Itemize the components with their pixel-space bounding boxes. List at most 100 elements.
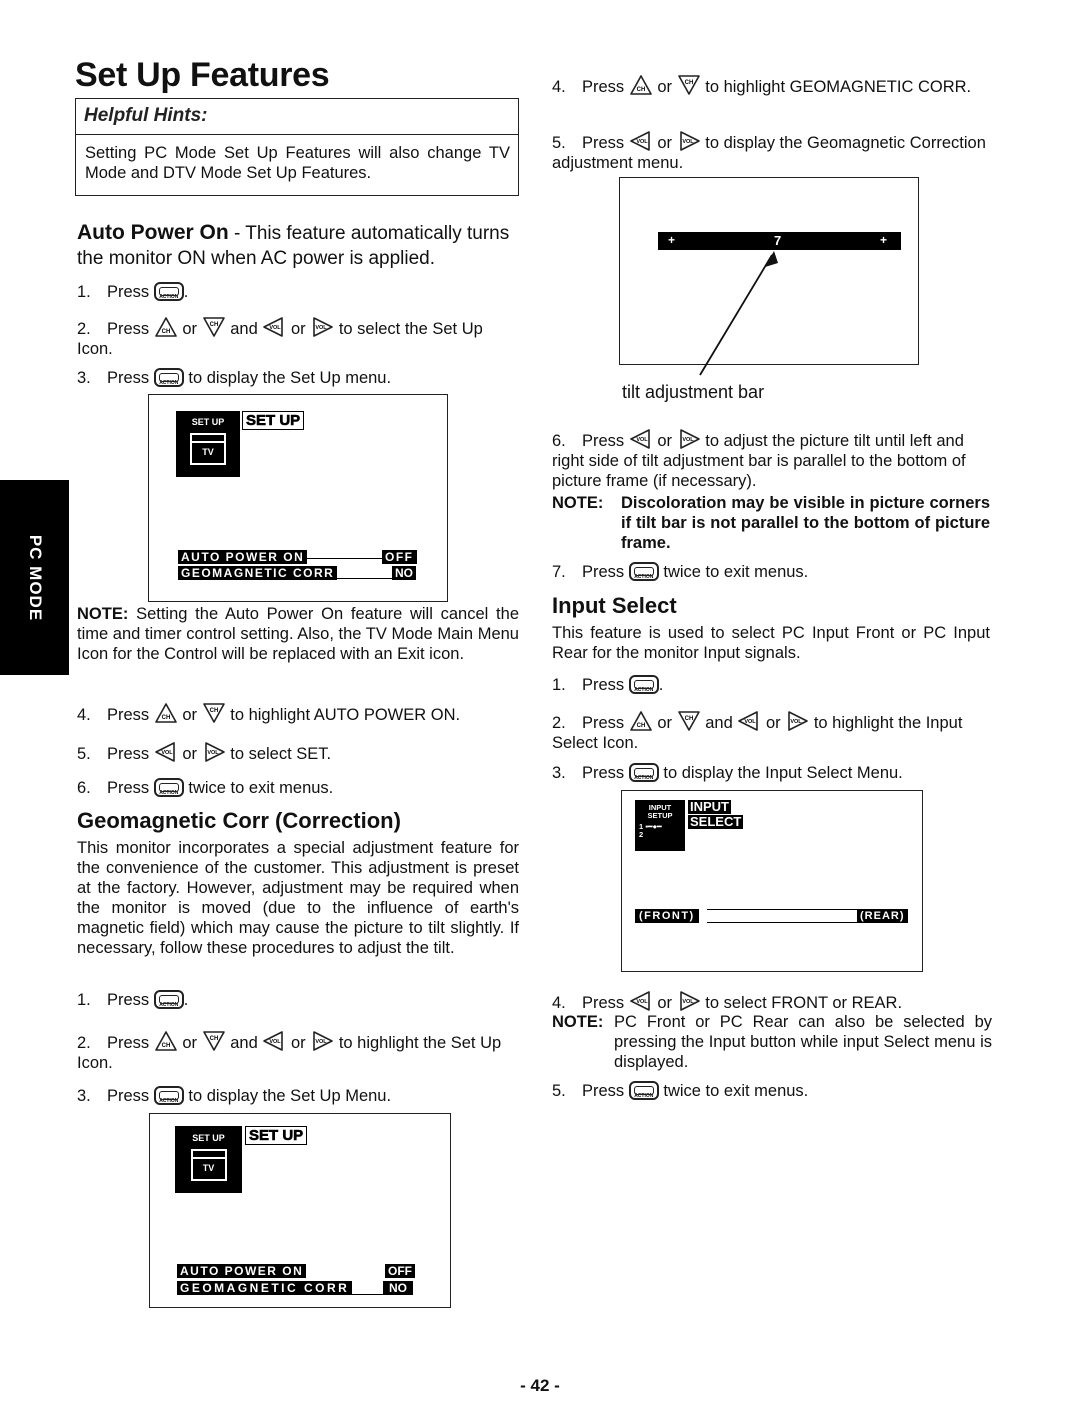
geomagnetic-step-6: 6. Press or to adjust the picture tilt un… — [552, 428, 990, 491]
step-text: or — [657, 432, 673, 450]
auto-power-step-3: 3. Press ACTION to display the Set Up men… — [77, 368, 391, 388]
tilt-caption: tilt adjustment bar — [622, 382, 765, 402]
front-option: (FRONT) — [635, 909, 699, 923]
geomagnetic-step-2: 2. Press or and or to highlight the Set U… — [77, 1030, 519, 1073]
note-text: Discoloration may be visible in picture … — [621, 494, 990, 552]
action-button-icon: ACTION — [153, 1086, 184, 1105]
step-text: twice to exit menus. — [663, 563, 809, 581]
step-text: to highlight AUTO POWER ON. — [230, 706, 461, 724]
step-text: Press — [107, 369, 150, 387]
step-text: Press — [107, 1034, 150, 1052]
step-num: 4. — [77, 706, 91, 724]
step-text: Press — [107, 745, 150, 763]
vol-right-icon — [785, 710, 809, 732]
step-text: and — [230, 320, 258, 338]
setup-icon-label: SET UP — [192, 1133, 225, 1143]
step-num: 2. — [77, 320, 91, 338]
ch-down-icon — [202, 702, 226, 724]
setup-icon: SET UP TV — [176, 411, 240, 477]
input-select-note: NOTE: PC Front or PC Rear can also be se… — [552, 1012, 992, 1072]
step-text: . — [658, 676, 664, 694]
step-num: 1. — [77, 283, 91, 301]
step-text: Press — [107, 283, 150, 301]
vol-left-icon — [154, 741, 178, 763]
page-title: Set Up Features — [75, 56, 330, 94]
step-num: 7. — [552, 563, 566, 581]
vol-right-icon — [677, 130, 701, 152]
geomagnetic-heading: Geomagnetic Corr (Correction) — [77, 808, 401, 833]
step-num: 3. — [552, 764, 566, 782]
side-tab-label: PC MODE — [25, 534, 45, 621]
geomagnetic-step-1: 1. Press ACTION. — [77, 990, 188, 1010]
menu-row-auto-power-label: AUTO POWER ON — [178, 550, 308, 564]
vol-left-icon — [629, 130, 653, 152]
step-text: Press — [582, 563, 625, 581]
auto-power-step-6: 6. Press ACTION twice to exit menus. — [77, 778, 333, 798]
tilt-plus-left: + — [668, 233, 676, 247]
auto-power-step-5: 5. Press or to select SET. — [77, 741, 331, 764]
step-text: to display the Set Up Menu. — [188, 1087, 392, 1105]
step-num: 5. — [552, 1082, 566, 1100]
auto-power-step-1: 1. Press ACTION. — [77, 282, 188, 302]
step-num: 6. — [552, 432, 566, 450]
step-text: or — [290, 320, 306, 338]
vol-left-icon — [737, 710, 761, 732]
step-text: to select SET. — [230, 745, 332, 763]
input-select-step-5: 5. Press ACTION twice to exit menus. — [552, 1081, 808, 1101]
tv-icon-label: TV — [202, 447, 214, 457]
vol-right-icon — [677, 990, 701, 1012]
step-text: or — [657, 78, 673, 96]
step-text: twice to exit menus. — [188, 779, 334, 797]
step-text: or — [182, 706, 198, 724]
step-text: Press — [582, 432, 625, 450]
step-text: Press — [107, 1087, 150, 1105]
step-text: or — [765, 714, 781, 732]
step-text: or — [182, 1034, 198, 1052]
ch-up-icon — [629, 710, 653, 732]
setup-icon-label: SET UP — [191, 417, 225, 427]
action-button-icon: ACTION — [628, 562, 659, 581]
ch-down-icon — [677, 710, 701, 732]
step-text: Press — [582, 676, 625, 694]
step-text: Press — [582, 1082, 625, 1100]
tv-icon: TV — [190, 1149, 227, 1181]
menu-row-geomagnetic-value: NO — [383, 1281, 413, 1295]
input-select-screen: INPUT SETUP 1 ▪━●━ 2 INPUT SELECT (FRONT… — [621, 790, 923, 972]
step-text: or — [182, 745, 198, 763]
pc-mode-side-tab: PC MODE — [0, 480, 69, 675]
note-text: PC Front or PC Rear can also be selected… — [614, 1013, 992, 1071]
auto-power-note: NOTE: Setting the Auto Power On feature … — [77, 604, 519, 664]
action-button-icon: ACTION — [628, 763, 659, 782]
step-num: 1. — [552, 676, 566, 694]
step-text: or — [657, 714, 673, 732]
tilt-plus-right: + — [880, 233, 888, 247]
vol-left-icon — [629, 990, 653, 1012]
setup-menu-title: SET UP — [242, 411, 305, 430]
step-text: Press — [107, 320, 150, 338]
step-text: to display the Set Up menu. — [188, 369, 392, 387]
input-icon-line: SETUP — [647, 811, 673, 820]
geomagnetic-step-5: 5. Press or to display the Geomagnetic Co… — [552, 130, 990, 173]
ch-up-icon — [154, 702, 178, 724]
geomagnetic-note: NOTE: Discoloration may be visible in pi… — [552, 493, 990, 553]
step-text: Press — [582, 994, 625, 1012]
ch-up-icon — [629, 74, 653, 96]
input-setup-icon: INPUT SETUP 1 ▪━●━ 2 — [635, 800, 685, 851]
setup-menu-screen-1: SET UP TV SET UP AUTO POWER ON OFF GEOMA… — [148, 394, 448, 602]
step-text: and — [705, 714, 733, 732]
setup-menu-title: SET UP — [245, 1126, 308, 1145]
step-num: 5. — [77, 745, 91, 763]
menu-row-auto-power-value: OFF — [382, 550, 417, 564]
ch-down-icon — [677, 74, 701, 96]
vol-left-icon — [262, 316, 286, 338]
note-label: NOTE: — [77, 605, 129, 623]
note-text: Setting the Auto Power On feature will c… — [77, 605, 519, 663]
vol-right-icon — [202, 741, 226, 763]
vol-right-icon — [310, 316, 334, 338]
auto-power-heading: Auto Power On — [77, 221, 229, 244]
step-text: twice to exit menus. — [663, 1082, 809, 1100]
step-text: Press — [582, 714, 625, 732]
input-select-title-line1: INPUT — [688, 799, 731, 814]
callout-arrow — [699, 251, 778, 376]
menu-row-auto-power-label: AUTO POWER ON — [177, 1264, 307, 1278]
